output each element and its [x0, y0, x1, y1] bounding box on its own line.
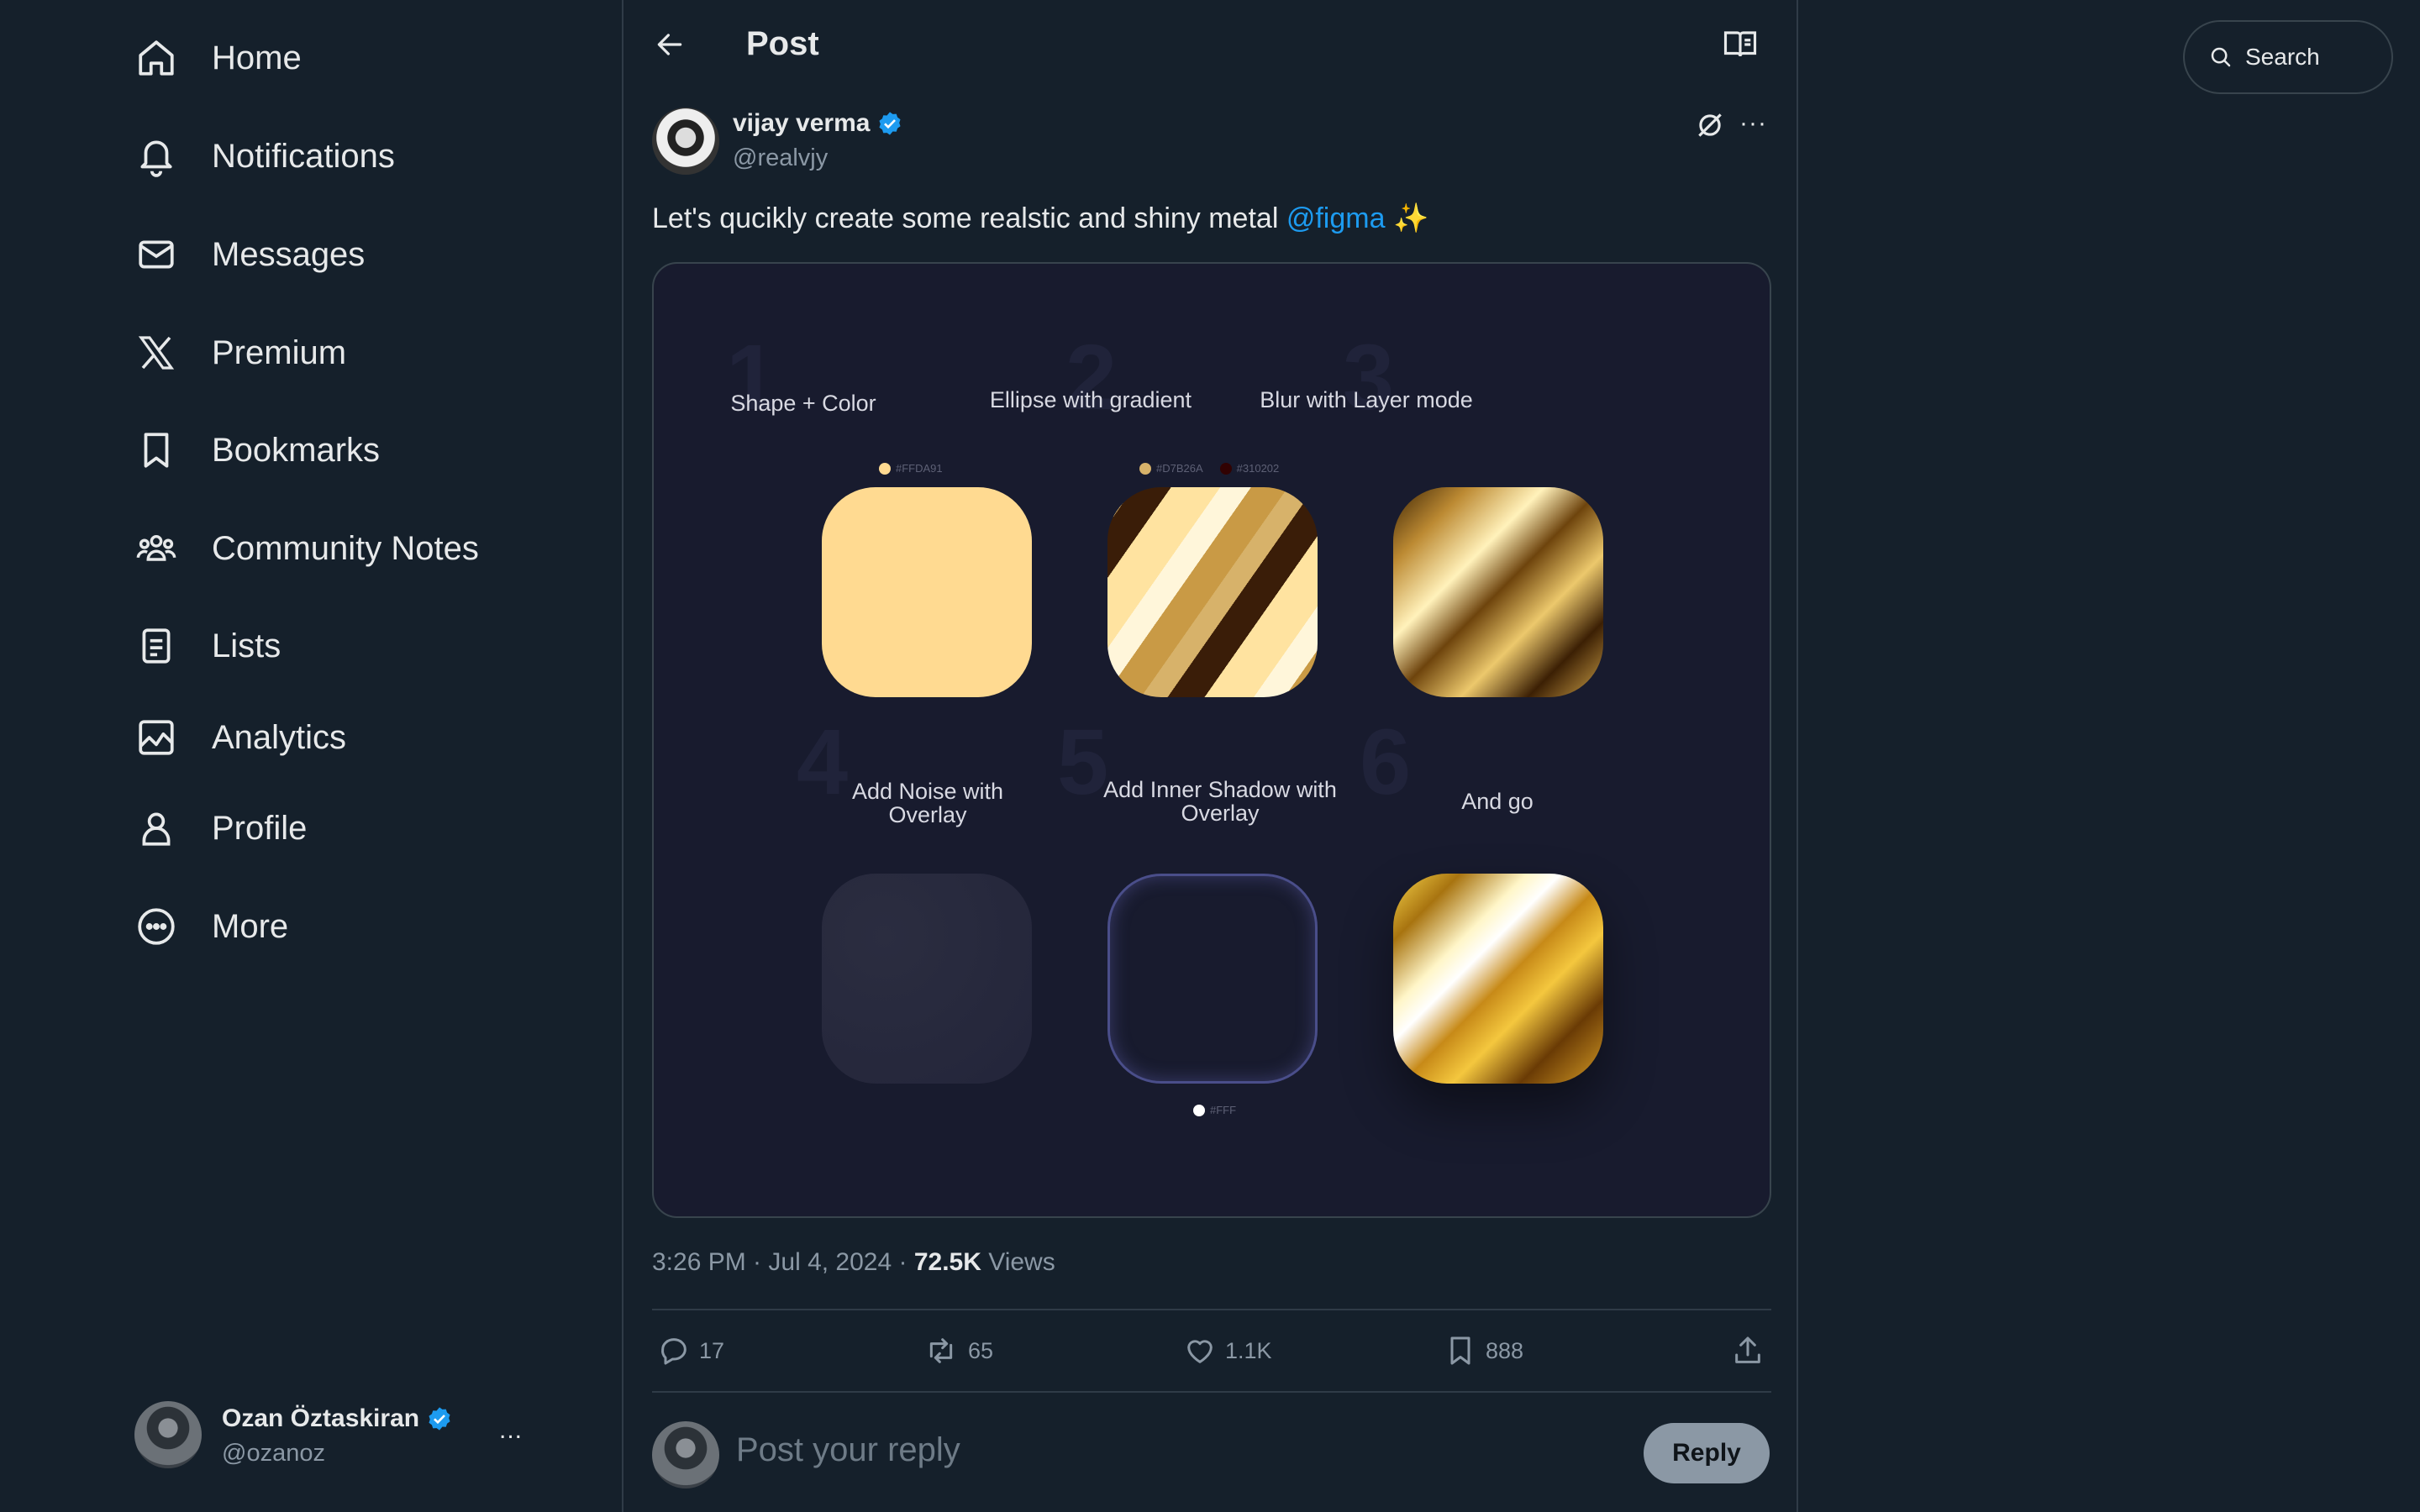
left-sidebar: Home Notifications Messages Premium Book… [0, 0, 622, 1512]
nav-item-lists[interactable]: Lists [134, 612, 281, 680]
step-number: 2 [1065, 326, 1118, 429]
swatch-dot [1139, 462, 1151, 475]
repost-icon [929, 1338, 953, 1363]
search-placeholder: Search [2245, 44, 2320, 70]
arrow-left-icon [657, 34, 682, 55]
nav-label: Lists [212, 627, 281, 664]
nav-label: Bookmarks [212, 431, 381, 469]
nav-item-notifications[interactable]: Notifications [134, 123, 395, 190]
reader-mode-button[interactable] [1721, 25, 1760, 64]
bookmark-icon [134, 428, 178, 472]
reply-button[interactable]: Reply [1644, 1423, 1770, 1483]
author-avatar[interactable] [652, 108, 719, 175]
step-number: 5 [1057, 711, 1109, 814]
author-handle[interactable]: @realvjy [733, 144, 828, 172]
avatar [652, 1421, 719, 1488]
heart-icon [1187, 1340, 1213, 1363]
post-media[interactable]: 1 Shape + Color #FFDA91 2 Ellipse with g… [652, 262, 1771, 1218]
step-1-tile [822, 487, 1032, 697]
mention-link[interactable]: @figma [1286, 202, 1386, 234]
author-name[interactable]: vijay verma [733, 109, 903, 138]
home-icon [134, 36, 178, 80]
share-action[interactable] [1731, 1324, 1765, 1378]
avatar [134, 1401, 202, 1468]
verified-badge-icon [426, 1405, 453, 1432]
account-name: Ozan Öztaskiran [222, 1404, 453, 1433]
step-2-tile [1107, 487, 1318, 697]
grok-icon[interactable] [1694, 109, 1728, 143]
step-6-tile [1393, 874, 1603, 1084]
view-count: 72.5K [913, 1248, 981, 1276]
bookmark-icon [1450, 1336, 1470, 1365]
sparkles-emoji: ✨ [1392, 202, 1429, 234]
swatch-dot [1193, 1104, 1205, 1116]
post-header: Post [623, 0, 1798, 89]
x-logo-icon [134, 331, 178, 375]
nav-label: Messages [212, 235, 366, 273]
swatch: #D7B26A #310202 [1139, 462, 1279, 475]
repost-action[interactable]: 65 [923, 1324, 993, 1378]
nav-item-messages[interactable]: Messages [134, 221, 365, 288]
nav-item-profile[interactable]: Profile [134, 795, 307, 862]
nav-item-premium[interactable]: Premium [134, 319, 346, 386]
book-open-icon [1723, 31, 1757, 57]
nav-label: Community Notes [212, 529, 479, 567]
step-title: Ellipse with gradient [989, 387, 1192, 412]
nav-label: Analytics [212, 718, 347, 756]
step-title: Shape + Color [730, 391, 876, 416]
more-circle-icon [134, 905, 178, 948]
post-timestamp[interactable]: 3:26 PM · Jul 4, 2024 · [652, 1248, 914, 1276]
nav-item-analytics[interactable]: Analytics [134, 704, 346, 771]
nav-label: Premium [212, 333, 347, 371]
post-column: Post vijay verma @realvjy ··· Let's quci… [622, 0, 1798, 1512]
bell-icon [134, 134, 178, 178]
verified-badge-icon [876, 110, 903, 137]
post-text: Let's qucikly create some realstic and s… [652, 202, 1429, 234]
nav-item-home[interactable]: Home [134, 24, 302, 92]
envelope-icon [134, 233, 178, 276]
reply-input[interactable] [736, 1431, 1492, 1469]
action-bar: 17 65 1.1K 888 [652, 1324, 1771, 1378]
analytics-icon [134, 716, 178, 759]
nav-label: Notifications [212, 137, 395, 175]
nav-label: More [212, 907, 289, 945]
nav-item-more[interactable]: More [134, 893, 288, 960]
step-title: Add Inner Shadow with Overlay [1103, 777, 1337, 826]
post-more-icon[interactable]: ··· [1739, 109, 1767, 138]
search-box[interactable]: Search [2183, 20, 2393, 94]
step-title: Add Noise with Overlay [851, 779, 1004, 827]
step-title: Blur with Layer mode [1260, 387, 1473, 412]
step-4-tile [822, 874, 1032, 1084]
bookmark-action[interactable]: 888 [1444, 1324, 1523, 1378]
back-button[interactable] [649, 24, 691, 66]
page-title: Post [746, 25, 819, 62]
like-action[interactable]: 1.1K [1183, 1324, 1272, 1378]
post-meta: 3:26 PM · Jul 4, 2024 · 72.5K Views [652, 1248, 1055, 1276]
person-icon [134, 806, 178, 850]
share-icon [1735, 1336, 1760, 1363]
step-3-tile [1393, 487, 1603, 697]
account-more-icon[interactable]: ... [499, 1416, 523, 1445]
account-handle: @ozanoz [222, 1440, 325, 1467]
swatch-dot [1219, 462, 1232, 475]
swatch: #FFDA91 [879, 462, 943, 475]
nav-item-bookmarks[interactable]: Bookmarks [134, 417, 380, 484]
swatch-dot [879, 462, 891, 475]
list-icon [134, 624, 178, 668]
divider [652, 1309, 1771, 1310]
divider [652, 1391, 1771, 1393]
nav-item-community-notes[interactable]: Community Notes [134, 515, 479, 582]
reply-composer: Reply [652, 1420, 1771, 1490]
account-switcher[interactable]: Ozan Öztaskiran @ozanoz ... [134, 1398, 538, 1473]
step-title: And go [1461, 789, 1534, 814]
nav-label: Profile [212, 809, 308, 847]
search-icon [2211, 47, 2231, 67]
step-5-tile [1107, 874, 1318, 1084]
step-number: 3 [1343, 326, 1395, 429]
people-icon [134, 527, 178, 570]
nav-label: Home [212, 39, 302, 76]
comment-icon [661, 1338, 687, 1365]
reply-action[interactable]: 17 [657, 1324, 724, 1378]
swatch: #FFF [1193, 1104, 1236, 1116]
